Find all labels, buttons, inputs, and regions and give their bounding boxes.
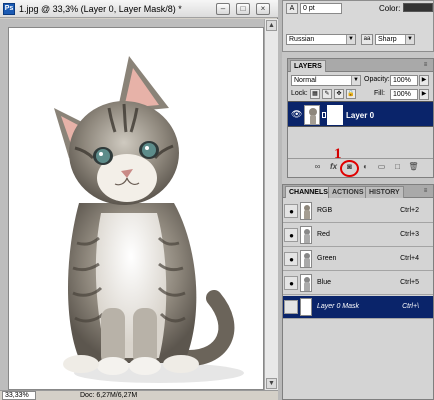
zoom-field[interactable]: 33,33% (2, 391, 36, 400)
panel-menu-icon[interactable]: ≡ (421, 187, 430, 195)
fill-field[interactable]: 100% (390, 89, 418, 100)
tab-actions[interactable]: ACTIONS (328, 186, 368, 198)
chevron-down-icon: ▼ (351, 76, 360, 85)
opacity-slider-icon[interactable]: ▶ (419, 75, 429, 86)
channel-name: Layer 0 Mask (317, 303, 360, 310)
kitten-thumb-icon (304, 229, 310, 243)
scroll-up-icon[interactable]: ▲ (266, 20, 277, 31)
layers-panel: LAYERS ≡ Normal ▼ Opacity: 100% ▶ Lock: … (287, 58, 434, 178)
document-window: Ps 1.jpg @ 33,3% (Layer 0, Layer Mask/8)… (0, 0, 278, 400)
adjustment-icon[interactable]: ◐ (360, 162, 371, 172)
canvas-area (0, 19, 264, 390)
vertical-scrollbar[interactable]: ▲ ▼ (264, 19, 278, 390)
scroll-down-icon[interactable]: ▼ (266, 378, 277, 389)
channel-thumbnail (300, 298, 312, 316)
document-titlebar[interactable]: Ps 1.jpg @ 33,3% (Layer 0, Layer Mask/8)… (0, 0, 278, 18)
channel-thumbnail (300, 274, 312, 292)
link-icon[interactable]: ∞ (312, 162, 323, 172)
lock-transparency-icon[interactable]: ▦ (310, 89, 320, 99)
channel-shortcut: Ctrl+5 (400, 279, 419, 286)
lock-position-icon[interactable]: ✥ (334, 89, 344, 99)
image-canvas[interactable] (8, 27, 264, 390)
channels-tabstrip: CHANNELS ACTIONS HISTORY ≡ (283, 185, 433, 198)
channel-name: Blue (317, 279, 332, 286)
antialias-value: Sharp (378, 36, 397, 43)
layers-toolbar: ∞ fx ◙ ◐ ▭ □ 🗑 (288, 158, 433, 174)
fill-slider-icon[interactable]: ▶ (419, 89, 429, 100)
eye-icon[interactable]: ● (287, 231, 296, 240)
channel-name: RGB (317, 207, 333, 214)
tracking-icon: A (286, 3, 298, 14)
lock-label: Lock: (291, 90, 308, 97)
lock-all-icon[interactable]: 🔒 (346, 89, 356, 99)
layer-row[interactable]: 👁 Layer 0 (288, 101, 433, 127)
color-swatch[interactable] (403, 3, 433, 12)
size-field[interactable]: 0 pt (300, 3, 342, 14)
tab-channels[interactable]: CHANNELS (285, 186, 332, 198)
antialias-icon: aa (361, 34, 373, 45)
channel-thumbnail (300, 226, 312, 244)
channel-thumbnail (300, 250, 312, 268)
antialias-select[interactable]: Sharp ▼ (375, 34, 415, 45)
blend-mode-value: Normal (294, 77, 317, 84)
photoshop-logo-icon: Ps (3, 3, 15, 15)
fx-icon[interactable]: fx (328, 162, 339, 172)
blend-mode-select[interactable]: Normal ▼ (291, 75, 361, 86)
document-title: 1.jpg @ 33,3% (Layer 0, Layer Mask/8) * (19, 4, 182, 14)
opacity-field[interactable]: 100% (390, 75, 418, 86)
channel-row-green[interactable]: ● Green Ctrl+4 (283, 248, 433, 271)
tab-layers[interactable]: LAYERS (290, 60, 326, 72)
eye-icon[interactable]: ● (287, 255, 296, 264)
channel-shortcut: Ctrl+3 (400, 231, 419, 238)
kitten-image (54, 56, 244, 383)
character-panel: A 0 pt Color: Russian ▼ aa Sharp ▼ (282, 0, 434, 52)
close-button[interactable]: × (256, 3, 270, 15)
annotation-circle (340, 160, 359, 177)
tab-history[interactable]: HISTORY (365, 186, 404, 198)
language-value: Russian (289, 36, 315, 43)
channel-shortcut: Ctrl+2 (400, 207, 419, 214)
eye-icon[interactable]: ● (287, 207, 296, 216)
channels-panel: CHANNELS ACTIONS HISTORY ≡ ● RGB Ctrl+2 … (282, 184, 434, 400)
channel-shortcut: Ctrl+\ (402, 303, 419, 310)
panel-dock: A 0 pt Color: Russian ▼ aa Sharp ▼ LAYER… (282, 0, 434, 400)
eye-icon[interactable]: ● (287, 279, 296, 288)
channel-row-blue[interactable]: ● Blue Ctrl+5 (283, 272, 433, 295)
chevron-down-icon: ▼ (346, 35, 355, 44)
channel-visibility-toggle[interactable] (284, 300, 298, 314)
opacity-label: Opacity: (364, 76, 390, 83)
channel-shortcut: Ctrl+4 (400, 255, 419, 262)
annotation-number: 1 (334, 146, 342, 162)
minimize-button[interactable]: – (216, 3, 230, 15)
color-label: Color: (379, 4, 401, 13)
group-icon[interactable]: ▭ (376, 162, 387, 172)
kitten-thumb-icon (304, 253, 310, 267)
trash-icon[interactable]: 🗑 (408, 162, 419, 172)
channel-name: Green (317, 255, 337, 262)
document-size-info[interactable]: Doc: 6,27M/6,27M (80, 391, 137, 400)
language-select[interactable]: Russian ▼ (286, 34, 356, 45)
eye-icon[interactable]: 👁 (291, 110, 302, 119)
lock-image-icon[interactable]: ✎ (322, 89, 332, 99)
layer-name[interactable]: Layer 0 (346, 111, 374, 120)
kitten-thumb-icon (304, 277, 310, 291)
channel-row-red[interactable]: ● Red Ctrl+3 (283, 224, 433, 247)
chevron-down-icon: ▼ (405, 35, 414, 44)
kitten-thumb-icon (304, 205, 310, 219)
maximize-button[interactable]: □ (236, 3, 250, 15)
channel-row-layer-mask[interactable]: Layer 0 Mask Ctrl+\ (283, 296, 433, 319)
channel-thumbnail (300, 202, 312, 220)
channel-name: Red (317, 231, 330, 238)
layer-thumbnail[interactable] (304, 105, 320, 125)
channel-row-rgb[interactable]: ● RGB Ctrl+2 (283, 200, 433, 223)
panel-menu-icon[interactable]: ≡ (421, 61, 430, 69)
fill-label: Fill: (374, 90, 385, 97)
kitten-thumb-icon (309, 108, 317, 124)
layer-mask-thumbnail[interactable] (327, 105, 343, 125)
new-layer-icon[interactable]: □ (392, 162, 403, 172)
chain-link-icon[interactable] (322, 112, 326, 118)
layers-tabstrip: LAYERS ≡ (288, 59, 433, 72)
status-bar: 33,33% Doc: 6,27M/6,27M (0, 390, 278, 400)
